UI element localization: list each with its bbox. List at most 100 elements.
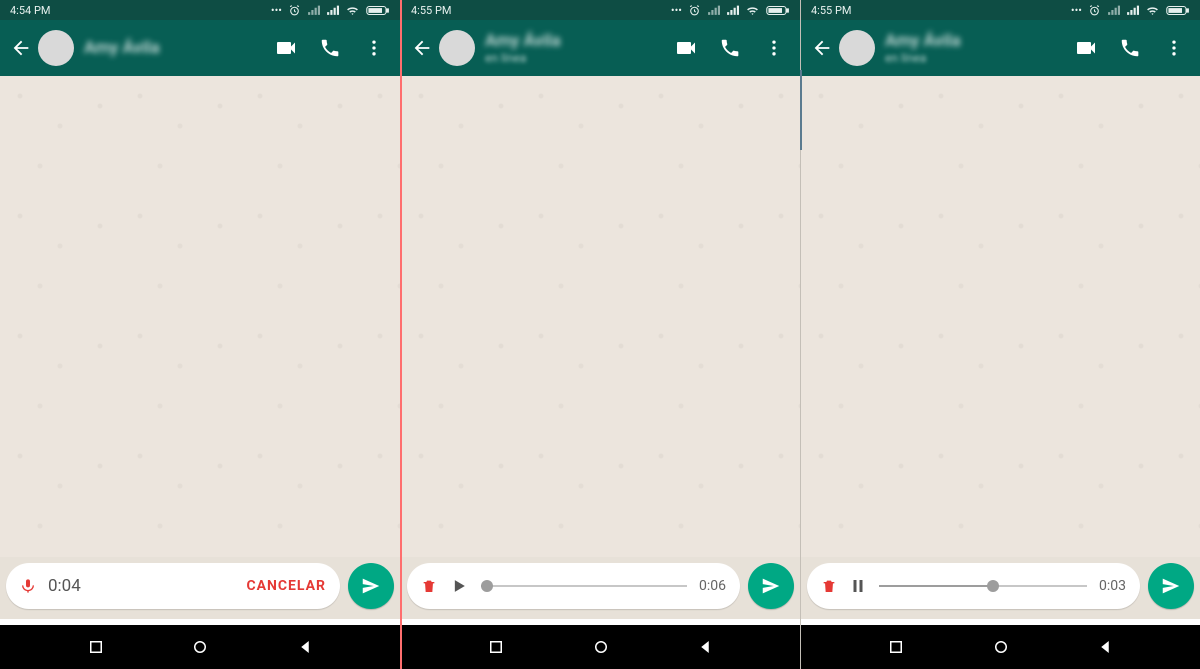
voice-call-button[interactable] (710, 20, 750, 76)
chat-header: Amy Ávila en línea (401, 20, 800, 76)
contact-avatar[interactable] (38, 30, 74, 66)
alarm-icon (1088, 4, 1101, 17)
separator-line (800, 70, 802, 150)
status-bar: 4:55 PM ••• (801, 0, 1200, 20)
nav-home-button[interactable] (191, 638, 209, 656)
mic-recording-icon (20, 575, 36, 597)
send-button[interactable] (348, 563, 394, 609)
more-icon: ••• (671, 4, 682, 17)
signal-1-icon (707, 4, 720, 17)
video-call-button[interactable] (266, 20, 306, 76)
back-button[interactable] (805, 20, 839, 76)
menu-button[interactable] (754, 20, 794, 76)
signal-1-icon (1107, 4, 1120, 17)
contact-title-area[interactable]: Amy Ávila en línea (875, 31, 1066, 65)
chat-messages-area[interactable] (401, 76, 800, 557)
phone-screen-1: 4:54 PM ••• Amy Ávila 0:04 CANCELAR (0, 0, 400, 669)
video-call-button[interactable] (666, 20, 706, 76)
pause-button[interactable] (849, 577, 867, 595)
status-time: 4:55 PM (411, 4, 451, 17)
status-time: 4:54 PM (10, 4, 50, 17)
nav-home-button[interactable] (992, 638, 1010, 656)
signal-2-icon (1126, 4, 1139, 17)
header-actions (666, 20, 794, 76)
battery-icon (1166, 4, 1190, 17)
status-tray: ••• (271, 4, 390, 17)
header-actions (266, 20, 394, 76)
track-thumb[interactable] (987, 580, 999, 592)
contact-avatar[interactable] (839, 30, 875, 66)
chat-messages-area[interactable] (0, 76, 400, 557)
nav-bar (801, 625, 1200, 669)
playback-track[interactable] (481, 576, 687, 596)
alarm-icon (688, 4, 701, 17)
menu-button[interactable] (1154, 20, 1194, 76)
nav-recent-button[interactable] (87, 638, 105, 656)
battery-icon (766, 4, 790, 17)
back-button[interactable] (405, 20, 439, 76)
voice-call-button[interactable] (310, 20, 350, 76)
more-icon: ••• (271, 4, 282, 17)
more-icon: ••• (1071, 4, 1082, 17)
track-line (481, 585, 687, 587)
voice-preview-pill: 0:06 (407, 563, 740, 609)
nav-home-button[interactable] (592, 638, 610, 656)
menu-button[interactable] (354, 20, 394, 76)
status-tray: ••• (1071, 4, 1190, 17)
delete-recording-button[interactable] (821, 576, 837, 596)
nav-back-button[interactable] (1096, 638, 1114, 656)
contact-status: en línea (485, 51, 666, 65)
input-footer: 0:03 (801, 557, 1200, 619)
track-fill (879, 585, 993, 587)
wifi-icon (345, 4, 360, 17)
cancel-recording-button[interactable]: CANCELAR (246, 578, 326, 594)
contact-avatar[interactable] (439, 30, 475, 66)
header-actions (1066, 20, 1194, 76)
nav-recent-button[interactable] (487, 638, 505, 656)
send-button[interactable] (1148, 563, 1194, 609)
separator-line (400, 0, 402, 669)
chat-header: Amy Ávila en línea (801, 20, 1200, 76)
nav-recent-button[interactable] (887, 638, 905, 656)
status-bar: 4:54 PM ••• (0, 0, 400, 20)
phone-screen-2: 4:55 PM ••• Amy Ávila en línea (400, 0, 800, 669)
wifi-icon (1145, 4, 1160, 17)
nav-back-button[interactable] (696, 638, 714, 656)
signal-2-icon (326, 4, 339, 17)
alarm-icon (288, 4, 301, 17)
track-thumb[interactable] (481, 580, 493, 592)
recording-time: 0:04 (48, 576, 81, 596)
contact-title-area[interactable]: Amy Ávila en línea (475, 31, 666, 65)
wifi-icon (745, 4, 760, 17)
battery-icon (366, 4, 390, 17)
contact-status: en línea (885, 51, 1066, 65)
voice-call-button[interactable] (1110, 20, 1150, 76)
signal-1-icon (307, 4, 320, 17)
playback-time: 0:06 (699, 578, 726, 594)
input-footer: 0:06 (401, 557, 800, 619)
input-footer: 0:04 CANCELAR (0, 557, 400, 619)
nav-back-button[interactable] (296, 638, 314, 656)
status-bar: 4:55 PM ••• (401, 0, 800, 20)
play-button[interactable] (449, 576, 469, 596)
signal-2-icon (726, 4, 739, 17)
delete-recording-button[interactable] (421, 576, 437, 596)
contact-name: Amy Ávila (84, 38, 266, 58)
chat-messages-area[interactable] (801, 76, 1200, 557)
nav-bar (401, 625, 800, 669)
voice-preview-pill: 0:03 (807, 563, 1140, 609)
playback-time: 0:03 (1099, 578, 1126, 594)
contact-name: Amy Ávila (485, 31, 666, 51)
video-call-button[interactable] (1066, 20, 1106, 76)
nav-bar (0, 625, 400, 669)
status-time: 4:55 PM (811, 4, 851, 17)
phone-screen-3: 4:55 PM ••• Amy Ávila en línea (800, 0, 1200, 669)
send-button[interactable] (748, 563, 794, 609)
playback-track[interactable] (879, 576, 1087, 596)
recording-pill: 0:04 CANCELAR (6, 563, 340, 609)
contact-title-area[interactable]: Amy Ávila (74, 38, 266, 58)
status-tray: ••• (671, 4, 790, 17)
back-button[interactable] (4, 20, 38, 76)
contact-name: Amy Ávila (885, 31, 1066, 51)
chat-header: Amy Ávila (0, 20, 400, 76)
